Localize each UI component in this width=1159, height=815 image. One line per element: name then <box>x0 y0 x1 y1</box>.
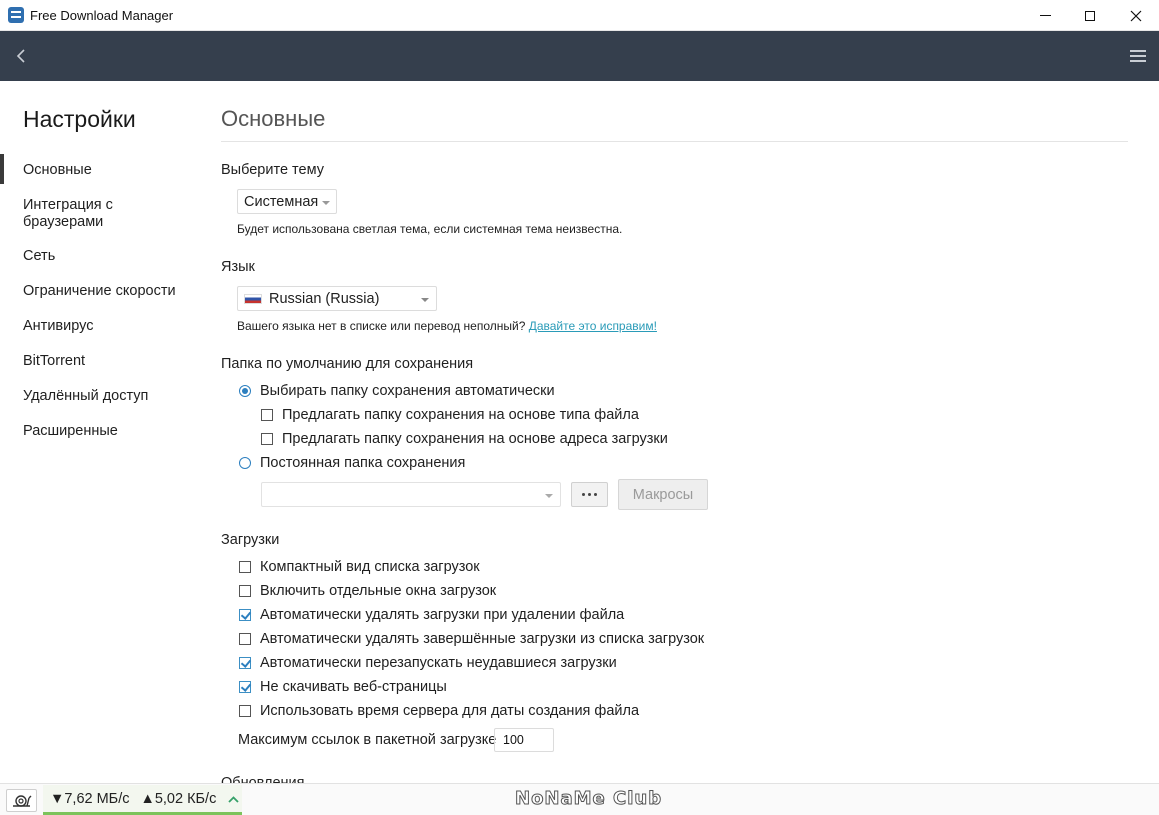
sidebar-item-general[interactable]: Основные <box>23 162 193 179</box>
folder-path-combobox[interactable] <box>261 482 561 507</box>
sidebar-item-network[interactable]: Сеть <box>23 248 193 265</box>
active-indicator <box>0 154 4 184</box>
sidebar-item-remote-access[interactable]: Удалённый доступ <box>23 388 193 405</box>
fixed-folder-label: Постоянная папка сохранения <box>260 455 466 471</box>
back-button[interactable] <box>8 43 34 69</box>
checkbox-indicator <box>239 705 251 717</box>
minimize-button[interactable] <box>1022 0 1068 31</box>
checkbox-indicator <box>261 409 273 421</box>
minimize-icon <box>1039 15 1051 16</box>
option-label: Использовать время сервера для даты созд… <box>260 703 640 719</box>
hamburger-icon <box>1130 50 1146 52</box>
option-label: Не скачивать веб-страницы <box>260 679 447 695</box>
sidebar-item-speed-limit[interactable]: Ограничение скорости <box>23 283 193 300</box>
auto-folder-radio[interactable]: Выбирать папку сохранения автоматически <box>239 383 555 399</box>
auto-folder-label: Выбирать папку сохранения автоматически <box>260 383 555 399</box>
skip-web-pages-checkbox[interactable]: Не скачивать веб-страницы <box>239 679 447 695</box>
window-title: Free Download Manager <box>30 8 174 23</box>
separate-windows-checkbox[interactable]: Включить отдельные окна загрузок <box>239 583 496 599</box>
folder-by-address-checkbox[interactable]: Предлагать папку сохранения на основе ад… <box>261 431 668 447</box>
updates-label: Обновления <box>221 775 305 783</box>
checkbox-indicator <box>239 585 251 597</box>
auto-remove-on-delete-checkbox[interactable]: Автоматически удалять загрузки при удале… <box>239 607 624 623</box>
title-bar: Free Download Manager <box>0 0 1159 31</box>
chevron-down-icon <box>545 494 553 498</box>
downloads-label: Загрузки <box>221 532 280 548</box>
maximize-icon <box>1085 10 1095 21</box>
checkbox-indicator <box>239 633 251 645</box>
language-hint: Вашего языка нет в списке или перевод не… <box>237 319 657 333</box>
option-label: Включить отдельные окна загрузок <box>260 583 497 599</box>
chevron-left-icon <box>16 49 25 63</box>
folder-by-type-checkbox[interactable]: Предлагать папку сохранения на основе ти… <box>261 407 639 423</box>
title-divider <box>221 141 1128 142</box>
option-label: Компактный вид списка загрузок <box>260 559 480 575</box>
checkbox-indicator <box>239 681 251 693</box>
radio-indicator <box>239 457 251 469</box>
translate-help-link[interactable]: Давайте это исправим! <box>529 319 657 333</box>
download-speed: ▼7,62 МБ/с <box>50 790 130 807</box>
sidebar-item-advanced[interactable]: Расширенные <box>23 423 193 440</box>
speed-mode-button[interactable] <box>6 789 37 812</box>
upload-speed: ▲5,02 КБ/с <box>140 790 217 807</box>
max-links-input[interactable]: 100 <box>494 728 554 752</box>
server-time-checkbox[interactable]: Использовать время сервера для даты созд… <box>239 703 639 719</box>
checkbox-indicator <box>239 657 251 669</box>
option-label: Автоматически удалять завершённые загруз… <box>260 631 705 647</box>
settings-sidebar: Настройки Основные Интеграция с браузера… <box>0 81 200 781</box>
option-label: Автоматически удалять загрузки при удале… <box>260 607 625 623</box>
auto-restart-failed-checkbox[interactable]: Автоматически перезапускать неудавшиеся … <box>239 655 617 671</box>
chevron-down-icon <box>421 298 429 302</box>
language-select-value: Russian (Russia) <box>269 290 380 307</box>
radio-indicator <box>239 385 251 397</box>
option-label: Автоматически перезапускать неудавшиеся … <box>260 655 617 671</box>
default-folder-label: Папка по умолчанию для сохранения <box>221 356 474 372</box>
auto-remove-completed-checkbox[interactable]: Автоматически удалять завершённые загруз… <box>239 631 704 647</box>
folder-by-address-label: Предлагать папку сохранения на основе ад… <box>282 431 668 447</box>
theme-select-value: Системная <box>244 193 319 210</box>
checkbox-indicator <box>261 433 273 445</box>
page-title: Основные <box>221 106 326 131</box>
more-icon <box>582 493 585 496</box>
checkbox-indicator <box>239 609 251 621</box>
top-toolbar <box>0 31 1159 81</box>
browse-folder-button[interactable] <box>571 482 608 507</box>
watermark: NoNaMe Club <box>514 788 663 810</box>
speed-indicator[interactable]: ▼7,62 МБ/с ▲5,02 КБ/с <box>43 785 242 815</box>
compact-list-checkbox[interactable]: Компактный вид списка загрузок <box>239 559 480 575</box>
sidebar-item-bittorrent[interactable]: BitTorrent <box>23 353 193 370</box>
folder-by-type-label: Предлагать папку сохранения на основе ти… <box>282 407 639 423</box>
language-label: Язык <box>221 259 255 275</box>
snail-icon <box>12 794 31 807</box>
russia-flag-icon <box>244 293 262 304</box>
fixed-folder-radio[interactable]: Постоянная папка сохранения <box>239 455 465 471</box>
checkbox-indicator <box>239 561 251 573</box>
chevron-down-icon <box>322 201 330 205</box>
theme-hint: Будет использована светлая тема, если си… <box>237 222 623 236</box>
maximize-button[interactable] <box>1067 0 1113 31</box>
language-select[interactable]: Russian (Russia) <box>237 286 437 311</box>
sidebar-title: Настройки <box>23 106 136 132</box>
main-menu-button[interactable] <box>1124 43 1152 69</box>
close-button[interactable] <box>1113 0 1159 31</box>
language-hint-text: Вашего языка нет в списке или перевод не… <box>237 319 526 333</box>
close-icon <box>1130 10 1142 21</box>
chevron-up-icon[interactable] <box>228 791 239 806</box>
theme-label: Выберите тему <box>221 162 324 178</box>
max-links-label: Максимум ссылок в пакетной загрузке <box>238 732 497 748</box>
status-bar: ▼7,62 МБ/с ▲5,02 КБ/с NoNaMe Club <box>0 783 1159 815</box>
sidebar-item-browser-integration[interactable]: Интеграция с браузерами <box>23 197 143 231</box>
fdm-logo-icon <box>8 7 24 23</box>
theme-select[interactable]: Системная <box>237 189 337 214</box>
macros-button[interactable]: Макросы <box>618 479 708 510</box>
sidebar-item-antivirus[interactable]: Антивирус <box>23 318 193 335</box>
